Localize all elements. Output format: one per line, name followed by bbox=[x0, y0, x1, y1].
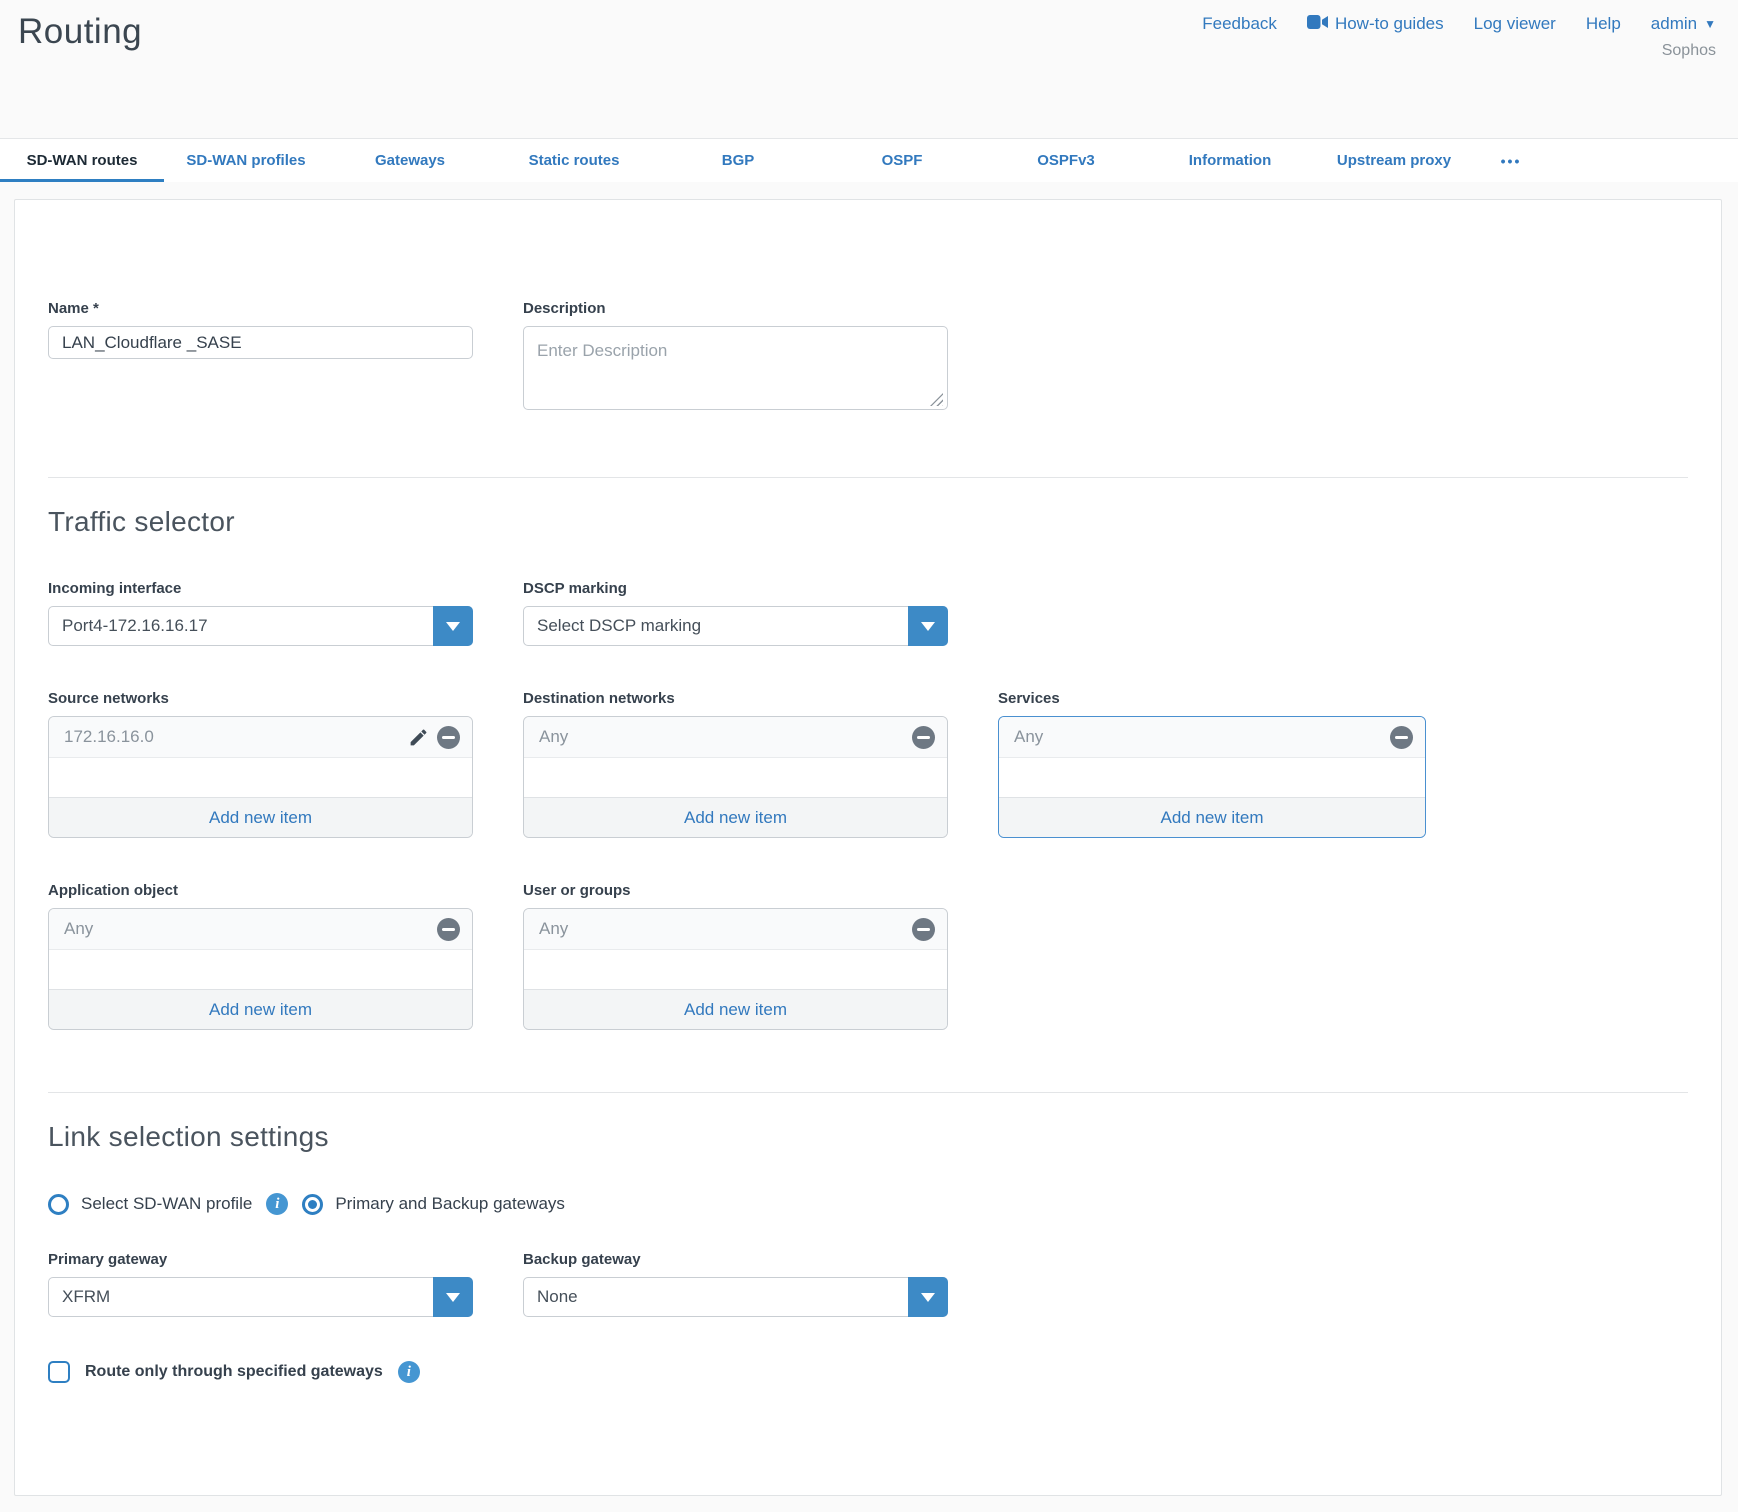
section-divider bbox=[48, 1092, 1688, 1093]
radio-select-sdwan-profile[interactable]: Select SD-WAN profile bbox=[48, 1194, 252, 1215]
route-only-checkbox[interactable] bbox=[48, 1361, 70, 1383]
services-listbox: Any Add new item bbox=[998, 716, 1426, 838]
remove-item-icon[interactable] bbox=[1390, 726, 1413, 749]
listbox-empty-area bbox=[524, 758, 947, 797]
services-label: Services bbox=[998, 690, 1426, 707]
add-new-item-button[interactable]: Add new item bbox=[524, 797, 947, 837]
tab-sdwan-routes[interactable]: SD-WAN routes bbox=[0, 139, 164, 182]
list-item: Any bbox=[524, 909, 947, 950]
name-label: Name * bbox=[48, 300, 473, 317]
remove-item-icon[interactable] bbox=[437, 726, 460, 749]
listbox-empty-area bbox=[999, 758, 1425, 797]
brand-label: Sophos bbox=[1202, 42, 1716, 60]
routing-tabbar: SD-WAN routes SD-WAN profiles Gateways S… bbox=[0, 138, 1738, 182]
source-networks-listbox: 172.16.16.0 Add new item bbox=[48, 716, 473, 838]
backup-gateway-select[interactable]: None bbox=[523, 1277, 948, 1317]
tab-ospfv3[interactable]: OSPFv3 bbox=[984, 139, 1148, 182]
help-link[interactable]: Help bbox=[1586, 14, 1621, 34]
chevron-down-icon[interactable] bbox=[433, 606, 473, 646]
route-only-row: Route only through specified gateways i bbox=[48, 1361, 1688, 1383]
destination-networks-listbox: Any Add new item bbox=[523, 716, 948, 838]
header-right: Feedback How-to guides Log viewer Help a… bbox=[1202, 10, 1716, 138]
chevron-down-icon: ▼ bbox=[1704, 17, 1716, 31]
dscp-marking-label: DSCP marking bbox=[523, 580, 948, 597]
list-item: 172.16.16.0 bbox=[49, 717, 472, 758]
description-textarea[interactable] bbox=[523, 326, 948, 410]
list-item: Any bbox=[999, 717, 1425, 758]
log-viewer-link[interactable]: Log viewer bbox=[1474, 14, 1556, 34]
tab-gateways[interactable]: Gateways bbox=[328, 139, 492, 182]
chevron-down-icon[interactable] bbox=[908, 606, 948, 646]
radio-primary-backup-gateways[interactable]: Primary and Backup gateways bbox=[302, 1194, 565, 1215]
list-item: Any bbox=[524, 717, 947, 758]
description-label: Description bbox=[523, 300, 948, 317]
remove-item-icon[interactable] bbox=[912, 918, 935, 941]
page-title: Routing bbox=[18, 10, 142, 138]
application-object-label: Application object bbox=[48, 882, 473, 899]
tab-ospf[interactable]: OSPF bbox=[820, 139, 984, 182]
primary-gateway-label: Primary gateway bbox=[48, 1251, 473, 1268]
tab-sdwan-profiles[interactable]: SD-WAN profiles bbox=[164, 139, 328, 182]
source-networks-label: Source networks bbox=[48, 690, 473, 707]
name-input[interactable] bbox=[48, 326, 473, 359]
link-selection-heading: Link selection settings bbox=[48, 1121, 1688, 1153]
chevron-down-icon[interactable] bbox=[433, 1277, 473, 1317]
listbox-empty-area bbox=[49, 950, 472, 989]
tab-overflow-menu[interactable]: ••• bbox=[1476, 139, 1546, 182]
primary-gateway-select[interactable]: XFRM bbox=[48, 1277, 473, 1317]
required-asterisk: * bbox=[93, 300, 99, 317]
feedback-link[interactable]: Feedback bbox=[1202, 14, 1277, 34]
radio-icon[interactable] bbox=[48, 1194, 69, 1215]
page-header: Routing Feedback How-to guides Log viewe… bbox=[0, 0, 1738, 138]
tab-static-routes[interactable]: Static routes bbox=[492, 139, 656, 182]
header-links: Feedback How-to guides Log viewer Help a… bbox=[1202, 14, 1716, 34]
tab-bgp[interactable]: BGP bbox=[656, 139, 820, 182]
add-new-item-button[interactable]: Add new item bbox=[524, 989, 947, 1029]
tab-information[interactable]: Information bbox=[1148, 139, 1312, 182]
tab-upstream-proxy[interactable]: Upstream proxy bbox=[1312, 139, 1476, 182]
edit-pencil-icon[interactable] bbox=[408, 727, 429, 748]
application-object-listbox: Any Add new item bbox=[48, 908, 473, 1030]
add-new-item-button[interactable]: Add new item bbox=[49, 989, 472, 1029]
destination-networks-label: Destination networks bbox=[523, 690, 948, 707]
listbox-empty-area bbox=[49, 758, 472, 797]
remove-item-icon[interactable] bbox=[912, 726, 935, 749]
list-item: Any bbox=[49, 909, 472, 950]
traffic-selector-heading: Traffic selector bbox=[48, 506, 1688, 538]
admin-menu[interactable]: admin ▼ bbox=[1651, 14, 1716, 34]
remove-item-icon[interactable] bbox=[437, 918, 460, 941]
backup-gateway-label: Backup gateway bbox=[523, 1251, 948, 1268]
incoming-interface-label: Incoming interface bbox=[48, 580, 473, 597]
chevron-down-icon[interactable] bbox=[908, 1277, 948, 1317]
add-new-item-button[interactable]: Add new item bbox=[49, 797, 472, 837]
incoming-interface-select[interactable]: Port4-172.16.16.17 bbox=[48, 606, 473, 646]
add-new-item-button[interactable]: Add new item bbox=[999, 797, 1425, 837]
link-selection-radio-group: Select SD-WAN profile i Primary and Back… bbox=[48, 1193, 1688, 1215]
user-or-groups-label: User or groups bbox=[523, 882, 948, 899]
listbox-empty-area bbox=[524, 950, 947, 989]
section-divider bbox=[48, 477, 1688, 478]
howto-guides-link[interactable]: How-to guides bbox=[1307, 14, 1444, 34]
video-camera-icon bbox=[1307, 14, 1328, 34]
user-or-groups-listbox: Any Add new item bbox=[523, 908, 948, 1030]
dscp-marking-select[interactable]: Select DSCP marking bbox=[523, 606, 948, 646]
info-icon[interactable]: i bbox=[266, 1193, 288, 1215]
sdwan-route-form-panel: Name * Description Traffic selector Inco… bbox=[14, 199, 1722, 1496]
info-icon[interactable]: i bbox=[398, 1361, 420, 1383]
radio-checked-icon[interactable] bbox=[302, 1194, 323, 1215]
